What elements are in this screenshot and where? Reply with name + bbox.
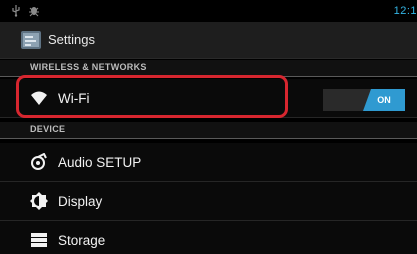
settings-item-label: Storage bbox=[58, 233, 106, 248]
section-header-device: DEVICE bbox=[0, 122, 417, 139]
storage-icon bbox=[31, 233, 47, 247]
settings-item-audio-setup[interactable]: Audio SETUP bbox=[0, 143, 417, 182]
status-time: 12:1 bbox=[393, 5, 417, 17]
page-title: Settings bbox=[48, 32, 95, 47]
audio-icon bbox=[31, 153, 47, 170]
status-icons bbox=[10, 4, 40, 17]
status-bar: 12:1 bbox=[0, 0, 417, 22]
settings-app-icon[interactable] bbox=[20, 29, 42, 51]
android-settings-screen: 12:1 Settings WIRELESS & NETWORKS Wi-Fi … bbox=[0, 0, 417, 254]
toggle-state-label: ON bbox=[377, 95, 391, 105]
settings-item-display[interactable]: Display bbox=[0, 182, 417, 221]
settings-item-storage[interactable]: Storage bbox=[0, 221, 417, 254]
wifi-toggle[interactable]: ON bbox=[323, 89, 405, 111]
settings-item-label: Audio SETUP bbox=[58, 155, 142, 170]
debug-icon bbox=[29, 7, 39, 17]
wifi-highlight-frame bbox=[16, 75, 288, 118]
settings-item-label: Display bbox=[58, 194, 103, 209]
section-header-label: WIRELESS & NETWORKS bbox=[30, 62, 147, 72]
action-bar: Settings bbox=[0, 22, 417, 59]
display-icon bbox=[30, 192, 48, 210]
usb-icon bbox=[12, 5, 20, 17]
section-header-label: DEVICE bbox=[30, 124, 66, 134]
